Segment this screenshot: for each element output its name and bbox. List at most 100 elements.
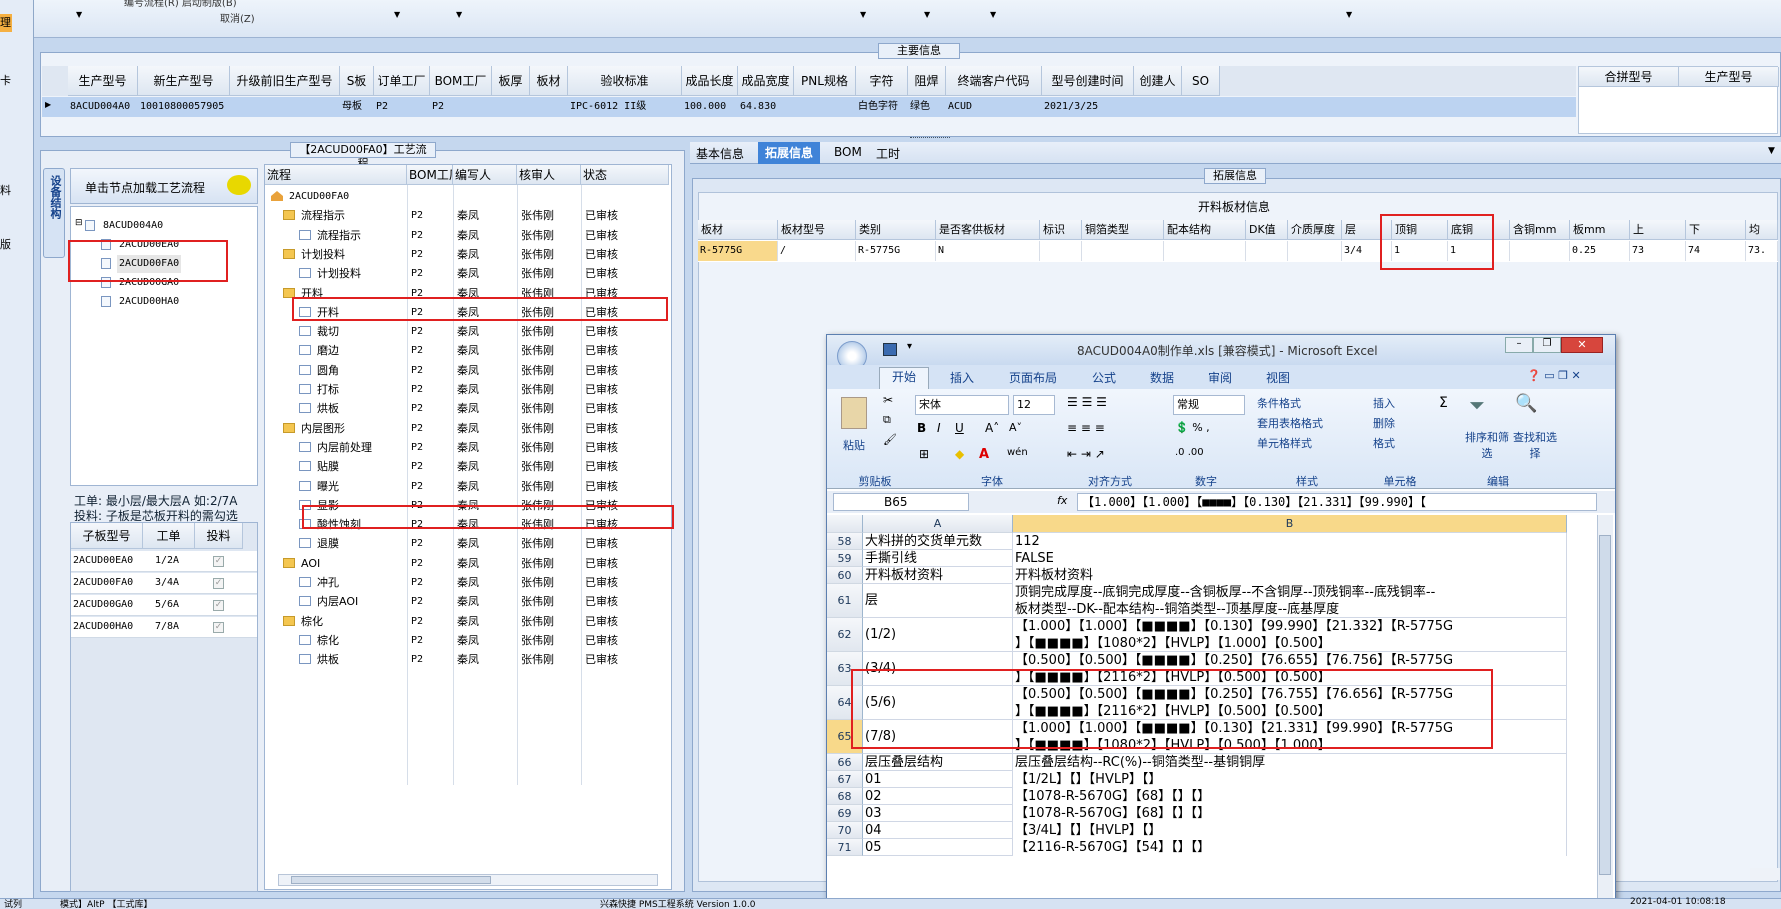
ribbon-tab-公式[interactable]: 公式: [1079, 369, 1129, 391]
row-header-59[interactable]: 59: [827, 550, 863, 567]
flow-step-name[interactable]: 内层前处理: [317, 438, 407, 457]
dropdown-arrow-icon[interactable]: ▼: [860, 10, 866, 19]
autosum-icon[interactable]: Σ: [1439, 395, 1448, 411]
select-all-corner[interactable]: [827, 515, 863, 533]
cell-A70[interactable]: 04: [863, 822, 1013, 839]
align-top-icon[interactable]: ☰ ☰ ☰: [1067, 395, 1107, 409]
material-cell-7[interactable]: [1246, 241, 1288, 261]
insert-button[interactable]: 插入: [1373, 395, 1395, 411]
copy-icon[interactable]: ⧉: [883, 413, 891, 427]
flow-step-name[interactable]: 冲孔: [317, 573, 407, 592]
find-icon[interactable]: 🔍: [1515, 393, 1537, 414]
dropdown-arrow-icon[interactable]: ▼: [456, 10, 462, 19]
flow-step-name[interactable]: 烘板: [317, 650, 407, 669]
cut-icon[interactable]: ✂: [883, 393, 893, 407]
cell-B62[interactable]: 【1.000】【1.000】【■■■■】【0.130】【99.990】【21.3…: [1013, 618, 1567, 635]
flow-step-name[interactable]: 打标: [317, 380, 407, 399]
feed-checkbox[interactable]: ✓: [213, 622, 224, 633]
cell-B58[interactable]: 112: [1013, 533, 1567, 550]
minimize-icon[interactable]: –: [1505, 337, 1533, 353]
dropdown-arrow-icon[interactable]: ▼: [924, 10, 930, 19]
side-tab-device-structure[interactable]: 设备结构: [43, 168, 65, 258]
ribbon-tab-页面布局[interactable]: 页面布局: [995, 369, 1071, 391]
ribbon-tab-审阅[interactable]: 审阅: [1195, 369, 1245, 391]
scrollbar-thumb[interactable]: [1599, 535, 1611, 875]
font-color-icon[interactable]: A: [979, 447, 989, 462]
row-header-67[interactable]: 67: [827, 771, 863, 788]
flow-step-name[interactable]: 流程指示: [317, 226, 407, 245]
cell-A69[interactable]: 03: [863, 805, 1013, 822]
decimal-icon[interactable]: .0 .00: [1175, 447, 1204, 458]
cell-A68[interactable]: 02: [863, 788, 1013, 805]
material-cell-4[interactable]: [1040, 241, 1082, 261]
flow-step-name[interactable]: 计划投料: [301, 245, 407, 264]
table-format-button[interactable]: 套用表格格式: [1257, 415, 1323, 431]
currency-icon[interactable]: 💲 % ,: [1175, 421, 1210, 434]
quick-access-dropdown-icon[interactable]: ▾: [907, 341, 912, 352]
font-size-select[interactable]: 12: [1013, 395, 1055, 415]
tab-extended-info[interactable]: 拓展信息: [758, 142, 820, 164]
save-icon[interactable]: [883, 343, 897, 356]
cell-A61[interactable]: 层: [863, 584, 1013, 618]
cell-B61-line2[interactable]: 板材类型--DK--配本结构--铜箔类型--顶基厚度--底基厚度: [1013, 601, 1567, 618]
ribbon-tab-数据[interactable]: 数据: [1137, 369, 1187, 391]
tab-basic-info[interactable]: 基本信息: [696, 145, 744, 162]
cell-B71[interactable]: 【2116-R-5670G】【54】【】【】: [1013, 839, 1567, 856]
cell-A62[interactable]: (1/2): [863, 618, 1013, 652]
feed-checkbox[interactable]: ✓: [213, 578, 224, 589]
cell-B60[interactable]: 开料板材资料: [1013, 567, 1567, 584]
cell-B61[interactable]: 顶铜完成厚度--底铜完成厚度--含铜板厚--不含铜厚--顶残铜率--底残铜率--: [1013, 584, 1567, 601]
sort-filter-icon[interactable]: ⏷: [1469, 393, 1485, 417]
flow-step-name[interactable]: 贴膜: [317, 457, 407, 476]
border-icon[interactable]: ⊞: [919, 447, 929, 461]
cell-A58[interactable]: 大料拼的交货单元数: [863, 533, 1013, 550]
row-header-71[interactable]: 71: [827, 839, 863, 856]
flow-step-name[interactable]: AOI: [301, 554, 407, 573]
flow-step-name[interactable]: 计划投料: [317, 264, 407, 283]
flow-step-name[interactable]: 内层图形: [301, 419, 407, 438]
material-cell-14[interactable]: 73: [1630, 241, 1686, 261]
toolbar-menu-2[interactable]: 取消(Z): [220, 10, 255, 25]
tree-node-8ACUD004A0[interactable]: 8ACUD004A0: [101, 217, 165, 235]
fill-color-icon[interactable]: ◆: [955, 447, 964, 461]
font-name-select[interactable]: 宋体: [915, 395, 1009, 415]
format-painter-icon[interactable]: 🖌: [883, 433, 897, 446]
cell-B63[interactable]: 【0.500】【0.500】【■■■■】【0.250】【76.655】【76.7…: [1013, 652, 1567, 669]
formula-input[interactable]: 【1.000】【1.000】【■■■■】【0.130】【21.331】【99.9…: [1077, 493, 1597, 511]
feed-checkbox[interactable]: ✓: [213, 556, 224, 567]
close-icon[interactable]: ✕: [1561, 337, 1603, 353]
material-data-row[interactable]: R-5775G / R-5775G N 3/4 1 1 0.25 73 74 73.: [698, 240, 1778, 262]
flow-step-name[interactable]: 退膜: [317, 534, 407, 553]
flow-step-name[interactable]: 流程指示: [301, 206, 407, 225]
material-cell-2[interactable]: R-5775G: [856, 241, 936, 261]
paste-icon[interactable]: [841, 397, 867, 429]
tab-dropdown-icon[interactable]: ▼: [1768, 146, 1775, 156]
material-cell-0[interactable]: R-5775G: [698, 241, 778, 261]
restore-icon[interactable]: ❐: [1533, 337, 1561, 353]
paste-button[interactable]: 粘贴: [843, 437, 865, 453]
ribbon-window-controls[interactable]: ❓ ▭ ❐ ✕: [1527, 369, 1581, 382]
row-header-66[interactable]: 66: [827, 754, 863, 771]
ribbon-tab-插入[interactable]: 插入: [937, 369, 987, 391]
bold-icon[interactable]: B: [917, 421, 926, 435]
toolbar-menu-1[interactable]: 编号流程(R) 启动制版(B): [124, 0, 237, 9]
tree-expander-icon[interactable]: ⊟: [75, 218, 83, 228]
left-nav-item-3[interactable]: 版: [0, 236, 11, 252]
ribbon-tab-开始[interactable]: 开始: [879, 367, 929, 389]
row-header-69[interactable]: 69: [827, 805, 863, 822]
sort-filter-button[interactable]: 排序和筛选: [1465, 429, 1509, 461]
phonetic-icon[interactable]: wén: [1007, 447, 1028, 458]
scrollbar-thumb[interactable]: [291, 876, 491, 884]
feed-checkbox[interactable]: ✓: [213, 600, 224, 611]
flow-step-name[interactable]: 磨边: [317, 341, 407, 360]
material-cell-5[interactable]: [1082, 241, 1164, 261]
row-header-68[interactable]: 68: [827, 788, 863, 805]
material-cell-13[interactable]: 0.25: [1570, 241, 1630, 261]
flow-horizontal-scrollbar[interactable]: [278, 874, 658, 886]
tab-work-hours[interactable]: 工时: [876, 145, 900, 162]
dropdown-arrow-icon[interactable]: ▼: [1346, 10, 1352, 19]
cell-B67[interactable]: 【1/2L】【】【HVLP】【】: [1013, 771, 1567, 788]
italic-icon[interactable]: I: [937, 421, 941, 435]
material-scrollbar[interactable]: [1750, 868, 1780, 880]
cell-A60[interactable]: 开料板材资料: [863, 567, 1013, 584]
